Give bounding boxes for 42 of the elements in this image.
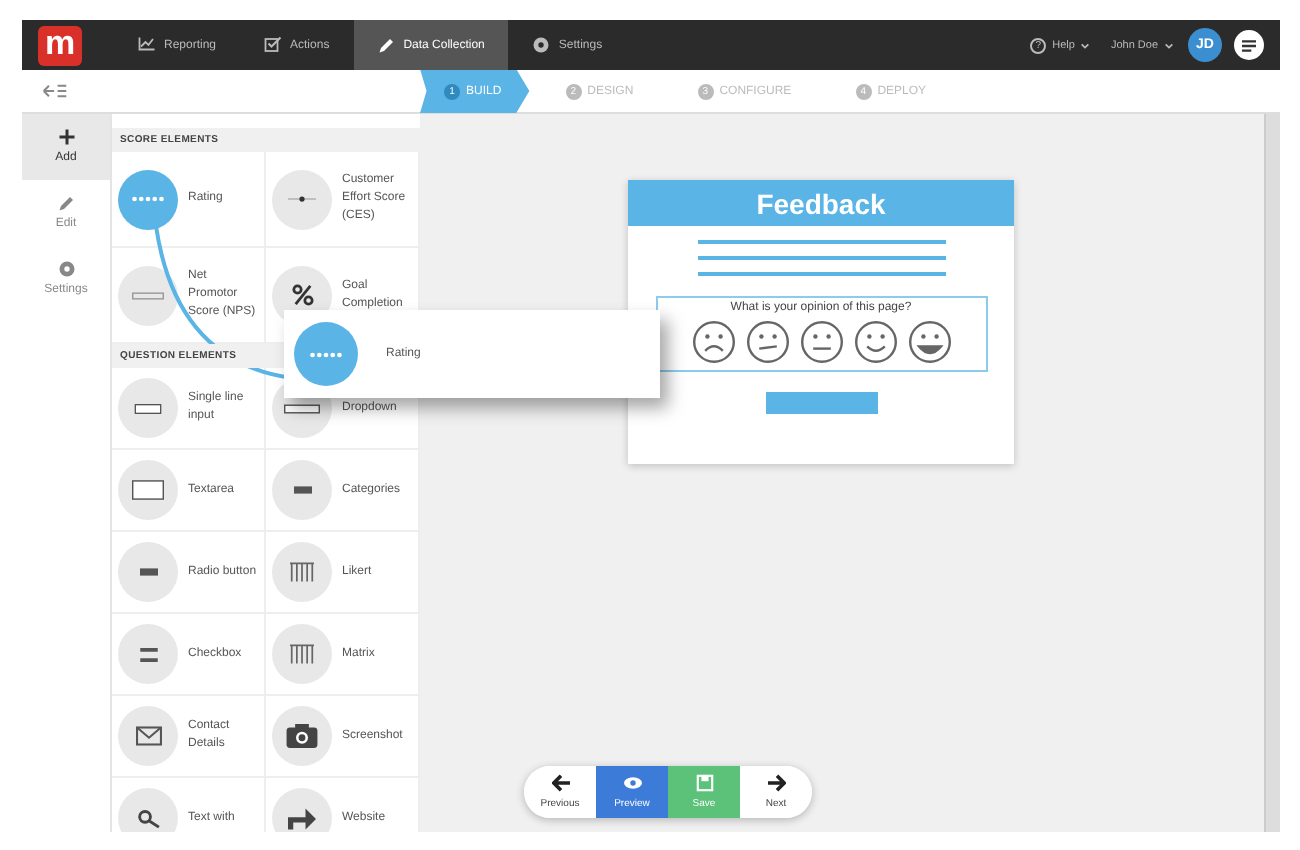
- caret-icon: [1080, 41, 1091, 49]
- bar-icon: [139, 568, 157, 576]
- face-icon: [799, 320, 843, 364]
- back-menu-icon: [42, 84, 68, 98]
- plus-icon: [57, 128, 75, 146]
- magnifier-icon: [137, 809, 159, 827]
- submit-button-placeholder: [765, 392, 877, 414]
- scrollbar[interactable]: [1264, 114, 1280, 832]
- user-settings-button[interactable]: [1234, 30, 1264, 60]
- left-arrow-icon: [551, 774, 569, 792]
- dots-icon: [132, 196, 164, 202]
- right-arrow-icon: [767, 774, 785, 792]
- lines-icon: [139, 647, 157, 661]
- input-icon: [134, 403, 162, 413]
- chart-icon: [138, 36, 156, 54]
- face-icon: [691, 320, 735, 364]
- scale-icon: [132, 291, 164, 299]
- pencil-icon: [377, 36, 396, 54]
- camera-icon: [286, 724, 318, 748]
- checkbox-icon: [264, 36, 283, 54]
- grid-icon: [290, 644, 314, 664]
- percent-icon: [291, 284, 313, 306]
- arrow-icon: [288, 807, 316, 829]
- dots-icon: [310, 351, 342, 357]
- pencil-icon: [57, 194, 75, 212]
- face-icon: [853, 320, 897, 364]
- face-icon: [907, 320, 951, 364]
- logo[interactable]: m: [38, 25, 82, 65]
- dropdown-icon: [284, 403, 320, 413]
- caret-icon: [1164, 41, 1174, 49]
- settings-icon: [532, 36, 551, 54]
- bar-icon: [293, 486, 311, 494]
- lines-icon: [1242, 39, 1256, 51]
- envelope-icon: [135, 726, 161, 746]
- form-title: Feedback: [628, 180, 1014, 226]
- save-icon: [695, 774, 713, 792]
- slider-icon: [288, 196, 316, 202]
- face-icon: [745, 320, 789, 364]
- textarea-icon: [132, 480, 164, 500]
- settings-icon: [57, 260, 75, 278]
- grid-icon: [290, 562, 314, 582]
- eye-icon: [623, 774, 641, 792]
